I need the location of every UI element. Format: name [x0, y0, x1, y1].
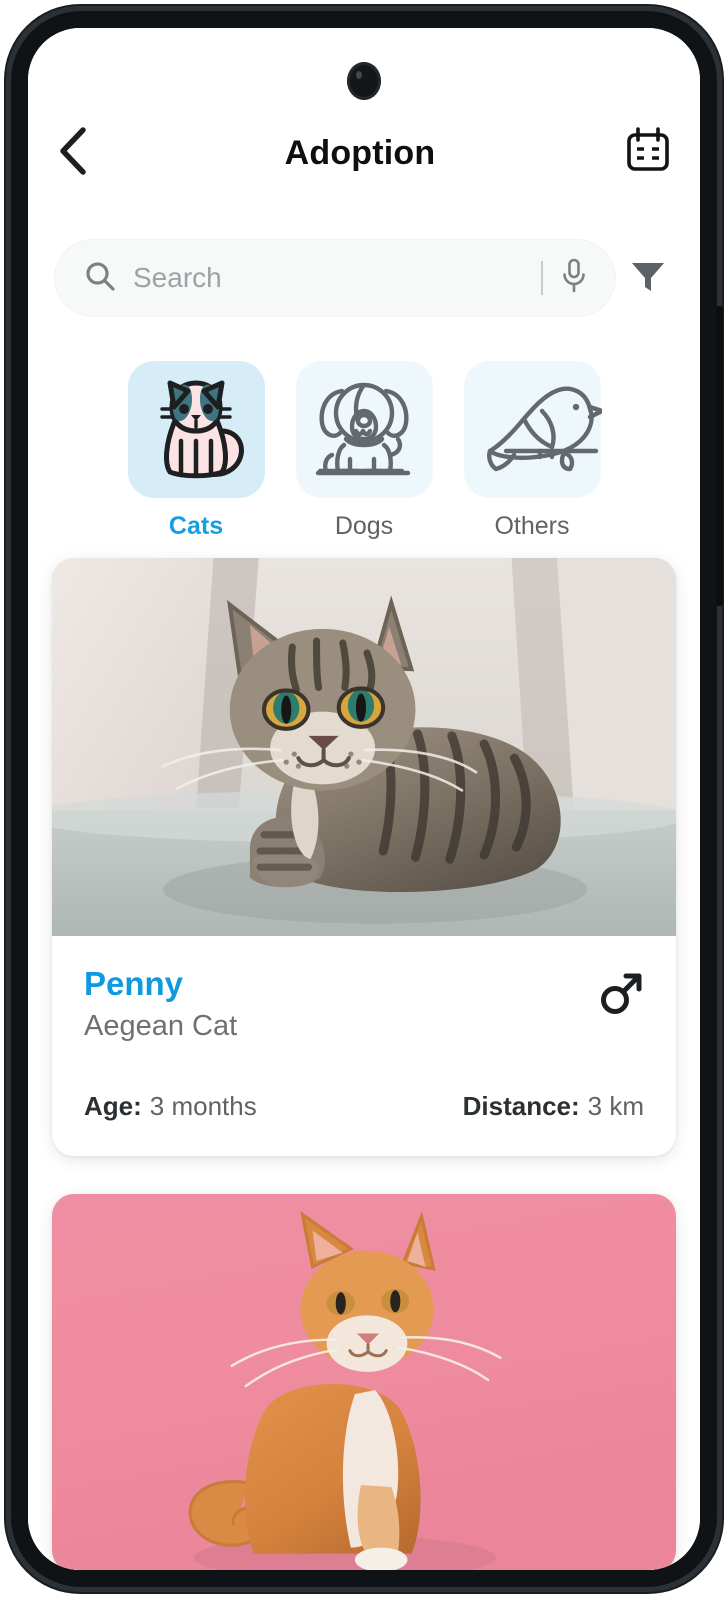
category-dogs-tile	[295, 361, 433, 498]
pet-distance-value: 3 km	[587, 1091, 644, 1122]
app-header: Adoption	[28, 118, 700, 188]
pet-meta: Age: 3 months Distance: 3 km	[84, 1091, 644, 1122]
pet-photo-tabby-cat	[52, 558, 676, 936]
pet-distance: Distance: 3 km	[463, 1091, 644, 1122]
pet-card[interactable]	[52, 1194, 676, 1570]
calendar-icon	[623, 126, 673, 181]
phone-screen: Adoption Search Cats Dogs Others Penny A…	[28, 28, 700, 1570]
pet-photo-orange-cat	[52, 1194, 676, 1570]
pet-age-label: Age:	[84, 1091, 142, 1122]
pet-age: Age: 3 months	[84, 1091, 257, 1122]
category-cats-label: Cats	[168, 512, 224, 540]
category-cats-tile	[127, 361, 265, 498]
filter-funnel-icon	[628, 256, 668, 301]
pet-age-value: 3 months	[149, 1091, 257, 1122]
search-bar[interactable]	[54, 239, 616, 317]
front-camera	[347, 62, 381, 100]
category-dogs[interactable]: Dogs	[295, 361, 433, 541]
search-divider	[541, 261, 543, 295]
pet-breed: Aegean Cat	[84, 1010, 238, 1043]
phone-frame: Adoption Search Cats Dogs Others Penny A…	[6, 6, 723, 1592]
voice-search-button[interactable]	[559, 257, 589, 300]
category-selector: Cats Dogs Others	[28, 361, 700, 541]
category-cats[interactable]: Cats	[127, 361, 265, 541]
search-row	[28, 236, 700, 320]
pet-card[interactable]: Penny Aegean Cat Age: 3 months Distance:…	[52, 558, 676, 1157]
chevron-left-icon	[56, 125, 90, 182]
dog-icon	[306, 369, 422, 490]
category-others-tile	[463, 361, 605, 498]
pet-info: Penny Aegean Cat Age: 3 months Distance:…	[52, 936, 676, 1156]
bird-icon	[478, 369, 605, 490]
category-others-label: Others	[494, 512, 570, 540]
filter-button[interactable]	[616, 246, 680, 310]
adoption-app: Adoption Search Cats Dogs Others Penny A…	[28, 28, 700, 1570]
back-button[interactable]	[56, 126, 104, 177]
category-others[interactable]: Others	[463, 361, 605, 541]
category-dogs-label: Dogs	[334, 512, 394, 540]
calendar-button[interactable]	[622, 126, 674, 181]
search-input[interactable]	[133, 262, 537, 294]
male-symbol-icon	[598, 970, 644, 1021]
search-icon	[83, 259, 117, 298]
microphone-icon	[559, 257, 589, 300]
cat-icon	[140, 371, 252, 488]
pet-distance-label: Distance:	[462, 1091, 580, 1122]
page-title: Adoption	[284, 133, 436, 172]
power-button[interactable]	[716, 306, 723, 606]
pet-card-list[interactable]: Penny Aegean Cat Age: 3 months Distance:…	[28, 558, 700, 1570]
pet-name: Penny	[84, 965, 184, 1002]
